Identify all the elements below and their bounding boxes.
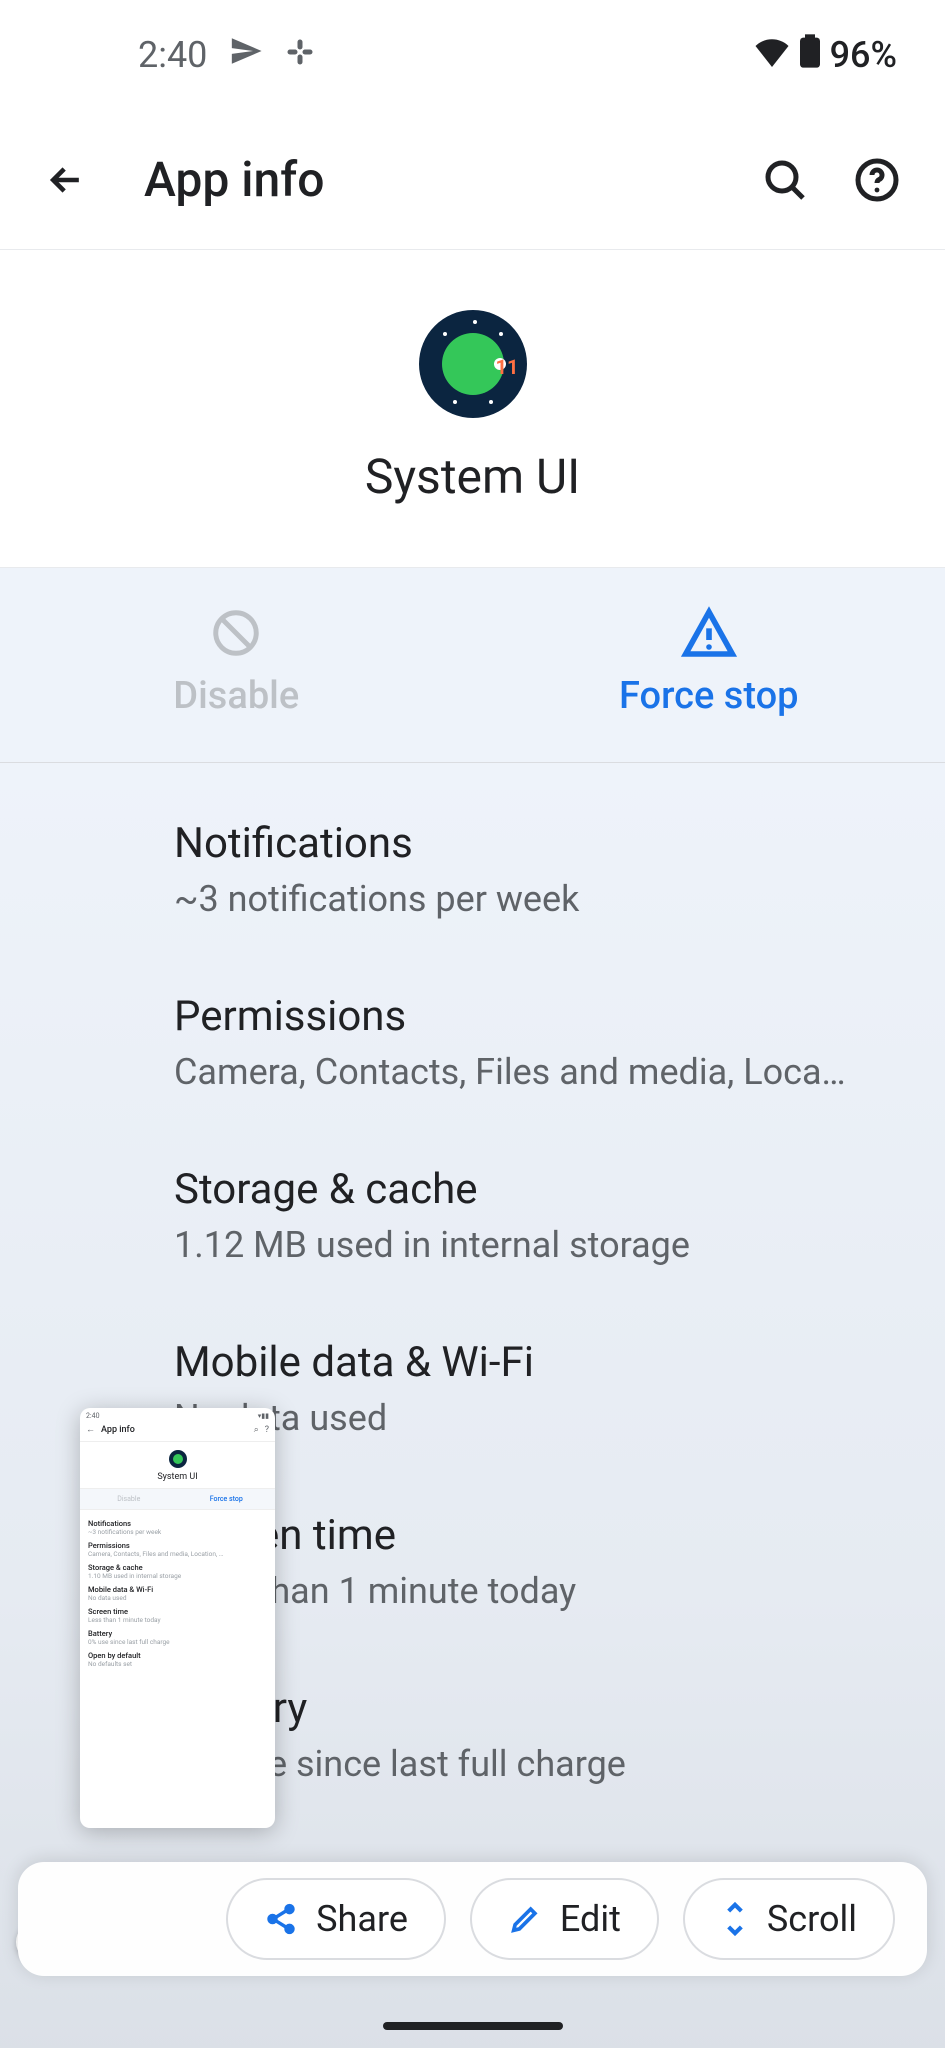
list-item-storage[interactable]: Storage & cache 1.12 MB used in internal… — [0, 1129, 945, 1302]
force-stop-button[interactable]: Force stop — [473, 568, 945, 762]
scroll-label: Scroll — [767, 1898, 857, 1940]
screenshot-action-bar: Share Edit Scroll — [18, 1862, 927, 1976]
app-name-label: System UI — [0, 448, 945, 505]
wifi-icon — [754, 34, 790, 76]
disable-label: Disable — [0, 674, 473, 718]
slack-icon — [285, 34, 315, 76]
share-label: Share — [316, 1898, 408, 1940]
app-action-row: Disable Force stop — [0, 567, 945, 763]
app-icon: 11 — [419, 310, 527, 418]
status-time: 2:40 — [138, 34, 207, 76]
nav-handle[interactable] — [383, 2022, 563, 2030]
share-button[interactable]: Share — [226, 1878, 446, 1960]
disable-button: Disable — [0, 568, 473, 762]
send-icon — [229, 34, 263, 77]
battery-icon — [800, 34, 820, 77]
screenshot-preview[interactable]: 2:40▾▮▮ ← App info ⌕ ? System UI Disable… — [80, 1408, 275, 1828]
status-bar: 2:40 96% — [0, 0, 945, 110]
status-battery: 96% — [830, 34, 897, 76]
app-bar: App info — [0, 110, 945, 250]
help-button[interactable] — [845, 148, 909, 212]
list-item-permissions[interactable]: Permissions Camera, Contacts, Files and … — [0, 956, 945, 1129]
back-icon: ← — [86, 1424, 95, 1435]
settings-list: Notifications ~3 notifications per week … — [0, 763, 945, 2048]
edit-label: Edit — [560, 1898, 621, 1940]
page-title: App info — [144, 151, 753, 208]
back-button[interactable] — [36, 150, 96, 210]
search-icon: ⌕ — [254, 1425, 259, 1435]
list-item-notifications[interactable]: Notifications ~3 notifications per week — [0, 783, 945, 956]
edit-button[interactable]: Edit — [470, 1878, 659, 1960]
search-button[interactable] — [753, 148, 817, 212]
help-icon: ? — [265, 1425, 269, 1435]
app-header: 11 System UI — [0, 250, 945, 567]
scroll-button[interactable]: Scroll — [683, 1878, 895, 1960]
force-stop-label: Force stop — [473, 674, 945, 718]
